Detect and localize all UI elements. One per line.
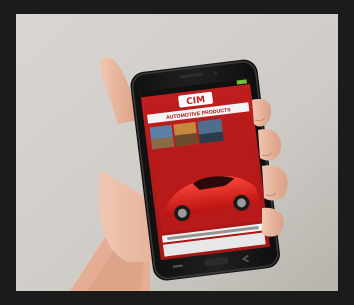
photo: CIM AUTOMOTIVE PRODUCTS xyxy=(0,0,354,305)
menu-key-icon[interactable] xyxy=(172,264,183,268)
smartphone: CIM AUTOMOTIVE PRODUCTS xyxy=(130,59,280,281)
phone-screen: CIM AUTOMOTIVE PRODUCTS xyxy=(140,77,271,261)
